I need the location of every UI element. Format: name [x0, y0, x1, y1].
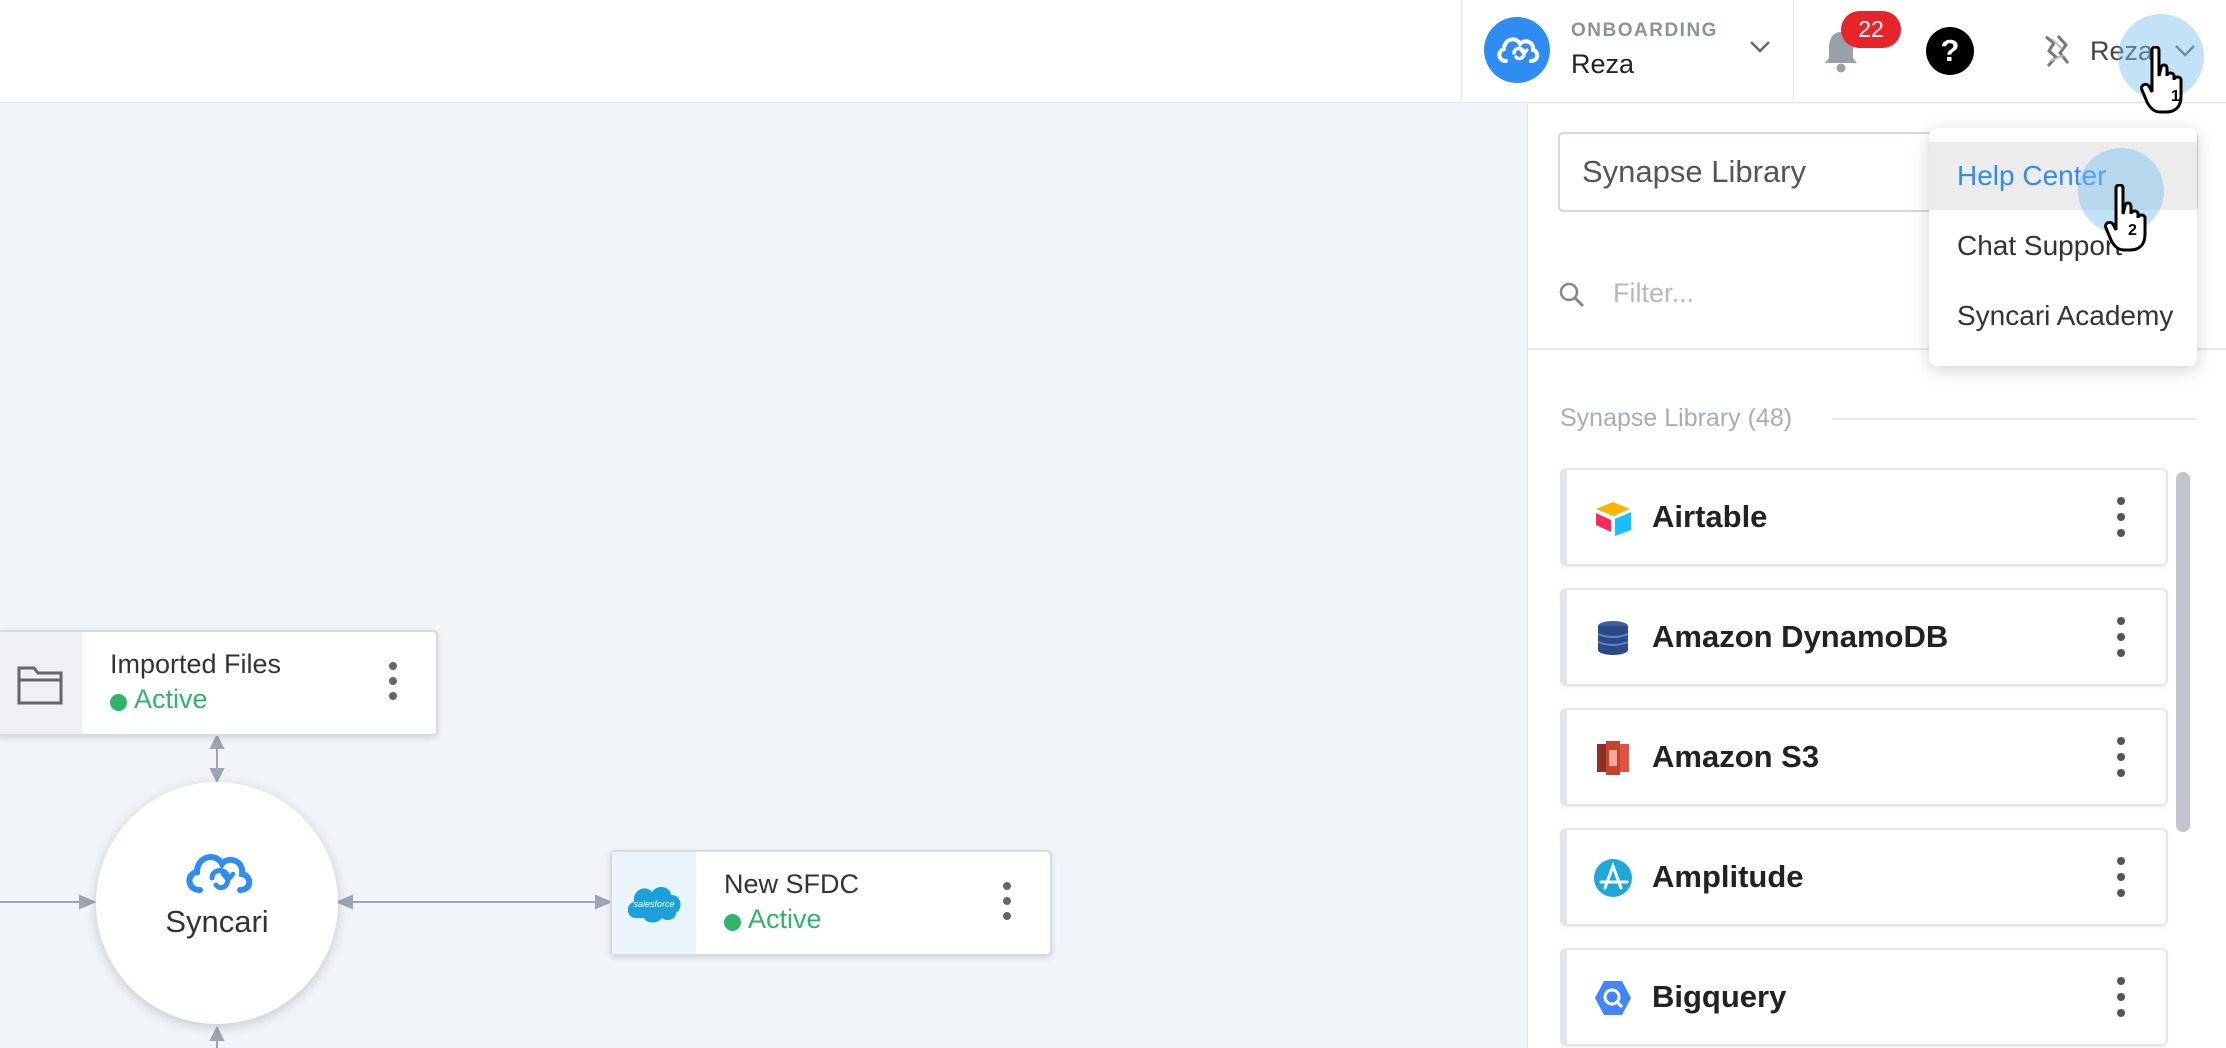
workspace-label: ONBOARDING [1571, 20, 1718, 41]
menu-item-chat-support[interactable]: Chat Support [1929, 212, 2197, 280]
node-icon-cell [0, 632, 82, 734]
node-title: Imported Files [110, 649, 282, 679]
kebab-menu-icon[interactable] [1003, 882, 1013, 927]
library-item-amazon-dynamodb[interactable]: Amazon DynamoDB [1560, 588, 2168, 686]
divider [1832, 418, 2197, 420]
kebab-menu-icon[interactable] [389, 662, 399, 707]
airtable-icon [1596, 502, 1631, 536]
dynamodb-icon [1597, 621, 1629, 655]
library-item-label: Bigquery [1652, 979, 1787, 1014]
node-imported-files[interactable]: Imported Files Active [0, 630, 438, 736]
library-item-amplitude[interactable]: Amplitude [1560, 828, 2168, 926]
syncari-cloud-icon [186, 854, 253, 893]
library-item-airtable[interactable]: Airtable [1560, 468, 2168, 566]
notification-badge: 22 [1841, 11, 1901, 48]
click-marker-number: 2 [2128, 222, 2137, 239]
scrollbar[interactable] [2176, 472, 2190, 832]
node-status: Active [748, 904, 822, 934]
node-new-sfdc[interactable]: salesforce New SFDC Active [610, 850, 1052, 956]
node-status: Active [134, 684, 208, 714]
library-item-bigquery[interactable]: Bigquery [1560, 948, 2168, 1046]
library-item-label: Airtable [1652, 499, 1768, 534]
salesforce-logo-text: salesforce [633, 899, 674, 909]
folder-icon [17, 666, 63, 705]
kebab-menu-icon[interactable] [2117, 737, 2127, 785]
kebab-menu-icon[interactable] [2117, 617, 2127, 665]
library-item-label: Amplitude [1652, 859, 1804, 894]
click-marker-number: 1 [2171, 88, 2180, 105]
status-dot [110, 694, 127, 711]
library-item-label: Amazon DynamoDB [1652, 619, 1949, 654]
syncari-hub[interactable]: Syncari [96, 782, 338, 1024]
hand-cursor-icon [2140, 46, 2183, 114]
search-icon [1559, 282, 1585, 308]
kebab-menu-icon[interactable] [2117, 977, 2127, 1025]
node-title: New SFDC [724, 869, 860, 899]
help-button[interactable]: ? [1926, 27, 1974, 75]
library-header: Synapse Library (48) [1560, 404, 1793, 432]
bigquery-icon [1595, 981, 1631, 1015]
avatar[interactable] [2040, 33, 2074, 69]
node-icon-cell: salesforce [612, 852, 696, 954]
salesforce-icon: salesforce [627, 886, 681, 923]
library-item-label: Amazon S3 [1652, 739, 1820, 774]
workspace-name: Reza [1571, 49, 1635, 79]
chevron-down-icon [1750, 41, 1770, 53]
status-dot [724, 914, 741, 931]
hub-label: Syncari [165, 904, 269, 939]
user-dropdown-menu: Help Center Chat Support Syncari Academy [1929, 128, 2197, 366]
hand-cursor-icon [2104, 184, 2147, 252]
library-item-amazon-s3[interactable]: Amazon S3 [1560, 708, 2168, 806]
kebab-menu-icon[interactable] [2117, 497, 2127, 545]
menu-item-syncari-academy[interactable]: Syncari Academy [1929, 282, 2197, 350]
kebab-menu-icon[interactable] [2117, 857, 2127, 905]
s3-icon [1597, 741, 1629, 775]
amplitude-icon [1594, 859, 1632, 897]
